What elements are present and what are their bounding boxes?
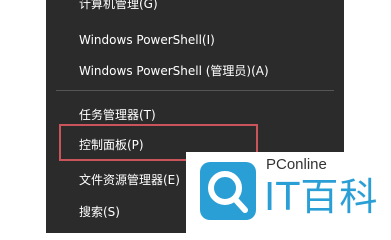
menu-item-powershell-admin[interactable]: Windows PowerShell (管理员)(A) (79, 63, 269, 79)
menu-item-task-manager[interactable]: 任务管理器(T) (79, 107, 156, 123)
menu-item-powershell[interactable]: Windows PowerShell(I) (79, 32, 215, 48)
menu-item-computer-management[interactable]: 计算机管理(G) (79, 0, 158, 12)
menu-separator (56, 90, 334, 91)
pconline-watermark: PConline IT百科 (186, 152, 391, 233)
menu-item-file-explorer[interactable]: 文件资源管理器(E) (79, 172, 180, 188)
watermark-brand: PConline (266, 156, 327, 173)
magnifier-logo-icon (200, 162, 256, 220)
menu-item-search[interactable]: 搜索(S) (79, 204, 120, 220)
screenshot: 计算机管理(G) Windows PowerShell(I) Windows P… (0, 0, 391, 233)
watermark-name: IT百科 (264, 175, 379, 219)
